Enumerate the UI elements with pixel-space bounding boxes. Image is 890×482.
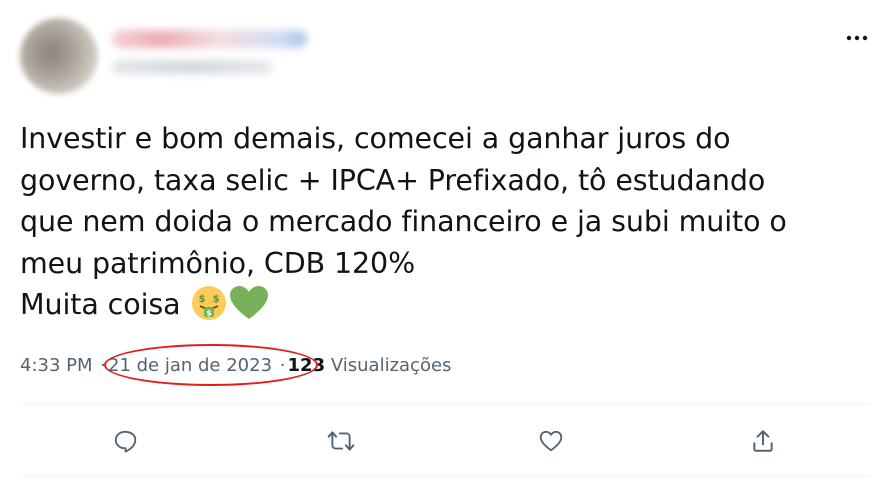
author-handle-blurred[interactable]: [112, 60, 272, 74]
share-button[interactable]: [746, 424, 780, 458]
share-icon: [753, 430, 773, 452]
reply-icon: [114, 430, 137, 453]
tweet-meta: 4:33 PM · 21 de jan de 2023 · 123 Visualiz…: [20, 354, 451, 378]
tweet-text-last-line: Muita coisa $ $ $: [20, 284, 880, 326]
author-name-blurred[interactable]: [112, 30, 307, 48]
tweet-text-line: Muita coisa: [20, 288, 181, 321]
tweet-date[interactable]: 21 de jan de 2023: [108, 355, 272, 376]
tweet-text-line: governo, taxa selic + IPCA+ Prefixado, t…: [20, 163, 766, 197]
svg-text:$: $: [213, 294, 220, 305]
reply-button[interactable]: [108, 424, 142, 458]
views-count[interactable]: 123: [288, 355, 326, 376]
tweet-card: Investir e bom demais, comecei a ganhar …: [0, 0, 890, 482]
tweet-actions-bar: [0, 420, 890, 460]
divider: [20, 404, 870, 405]
views-label[interactable]: Visualizações: [331, 355, 452, 376]
like-button[interactable]: [534, 424, 568, 458]
like-icon: [539, 430, 563, 452]
green-heart-emoji: [230, 286, 269, 319]
more-options-button[interactable]: [842, 28, 872, 48]
tweet-text: Investir e bom demais, comecei a ganhar …: [20, 118, 880, 326]
retweet-button[interactable]: [324, 424, 358, 458]
tweet-text-line: meu patrimônio, CDB 120%: [20, 246, 416, 280]
tweet-time[interactable]: 4:33 PM: [20, 355, 93, 376]
meta-separator: ·: [100, 355, 106, 376]
bottom-divider: [20, 476, 870, 477]
author-avatar[interactable]: [20, 18, 98, 94]
tweet-text-line: que nem doida o mercado financeiro e ja …: [20, 205, 787, 238]
money-mouth-face-emoji: $ $ $: [192, 286, 227, 320]
svg-text:$: $: [199, 294, 206, 305]
meta-separator: ·: [279, 355, 286, 376]
more-horizontal-icon: [846, 35, 868, 41]
retweet-icon: [327, 431, 355, 451]
svg-text:$: $: [207, 309, 213, 318]
tweet-text-line: Investir e bom demais, comecei a ganhar …: [20, 122, 731, 155]
